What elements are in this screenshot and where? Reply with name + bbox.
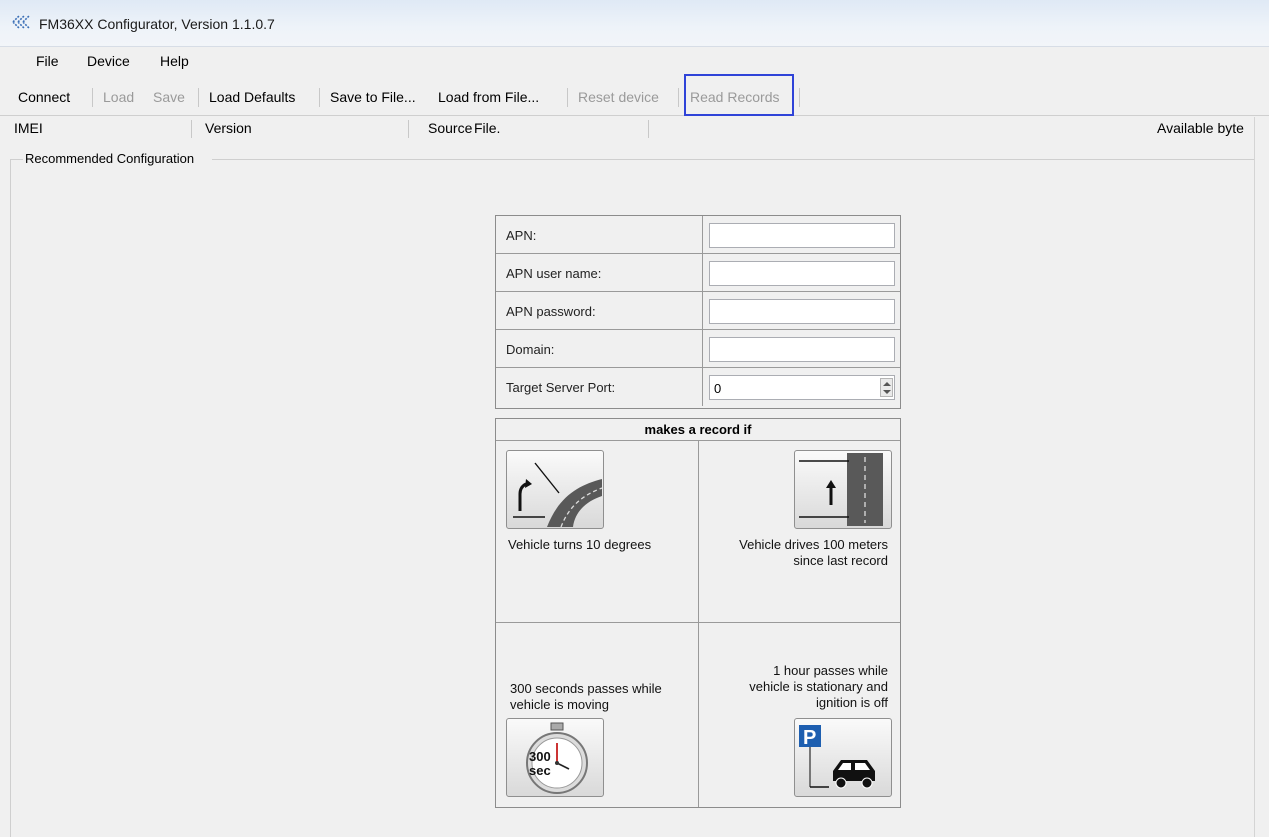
load-defaults-button[interactable]: Load Defaults: [209, 89, 295, 105]
apn-user-label: APN user name:: [506, 266, 602, 281]
stopwatch-icon: 300 sec: [526, 722, 588, 794]
reset-device-button[interactable]: Reset device: [578, 89, 659, 105]
highlight-box: [684, 74, 794, 116]
spin-down-icon[interactable]: [883, 390, 891, 394]
toolbar-separator: [678, 88, 679, 107]
apn-row: APN:: [496, 216, 900, 254]
app-window: FM36XX Configurator, Version 1.1.0.7 Fil…: [0, 0, 1269, 837]
record-panel-title: makes a record if: [496, 419, 900, 441]
panel-divider: [698, 441, 699, 807]
toolbar-separator: [319, 88, 320, 107]
group-title: Recommended Configuration: [23, 151, 197, 166]
curved-road-icon: [513, 462, 603, 528]
time-condition-text-line1: 300 seconds passes while: [510, 681, 662, 696]
stationary-setting-button[interactable]: P: [794, 718, 892, 797]
info-separator: [648, 120, 649, 138]
record-conditions-panel: makes a record if Vehicle turns 10 degre…: [495, 418, 901, 808]
window-right-edge: [1254, 117, 1269, 837]
straight-road-icon: [799, 453, 883, 526]
save-button[interactable]: Save: [153, 89, 185, 105]
window-title: FM36XX Configurator, Version 1.1.0.7: [39, 16, 275, 32]
toolbar-separator: [92, 88, 93, 107]
group-border: [212, 159, 1256, 160]
apn-password-input[interactable]: [709, 299, 895, 324]
menu-help[interactable]: Help: [160, 53, 189, 69]
target-port-label: Target Server Port:: [506, 380, 616, 395]
cell-divider: [702, 292, 703, 329]
target-port-row: Target Server Port:: [496, 368, 900, 406]
app-logo-icon: [12, 15, 30, 29]
parking-letter: P: [803, 727, 816, 749]
spin-buttons[interactable]: [880, 378, 893, 397]
target-port-stepper: [709, 375, 895, 401]
status-info-bar: IMEI Version Source File. Available byte: [0, 117, 1269, 141]
apn-password-label: APN password:: [506, 304, 596, 319]
info-separator: [191, 120, 192, 138]
time-condition-text-line2: vehicle is moving: [510, 697, 609, 712]
spin-up-icon[interactable]: [883, 382, 891, 386]
apn-input[interactable]: [709, 223, 895, 248]
distance-condition-text-line2: since last record: [793, 553, 888, 568]
apn-password-row: APN password:: [496, 292, 900, 330]
stationary-condition-text-line2: vehicle is stationary and: [749, 679, 888, 694]
apn-user-row: APN user name:: [496, 254, 900, 292]
target-port-input[interactable]: [710, 376, 878, 401]
angle-setting-button[interactable]: [506, 450, 604, 529]
toolbar: Connect Load Save Load Defaults Save to …: [0, 79, 1269, 116]
cell-divider: [702, 368, 703, 406]
group-border: [10, 159, 11, 837]
load-from-file-button[interactable]: Load from File...: [438, 89, 539, 105]
version-label: Version: [205, 120, 252, 136]
toolbar-separator: [198, 88, 199, 107]
domain-row: Domain:: [496, 330, 900, 368]
distance-setting-button[interactable]: [794, 450, 892, 529]
available-bytes-label: Available byte: [1157, 120, 1244, 136]
turn-condition-text: Vehicle turns 10 degrees: [508, 537, 652, 552]
source-label: Source: [428, 120, 473, 136]
menu-device[interactable]: Device: [87, 53, 130, 69]
timer-label-sec: sec: [529, 763, 551, 778]
toolbar-separator: [567, 88, 568, 107]
stationary-condition-text-line1: 1 hour passes while: [773, 663, 888, 678]
source-value: File.: [474, 120, 501, 136]
timer-label-300: 300: [529, 749, 551, 764]
load-button[interactable]: Load: [103, 89, 134, 105]
menu-file[interactable]: File: [36, 53, 59, 69]
menu-bar: File Device Help: [0, 47, 1269, 77]
apn-user-input[interactable]: [709, 261, 895, 286]
toolbar-separator: [799, 88, 800, 107]
connection-settings-table: APN: APN user name: APN password: Domain…: [495, 215, 901, 409]
imei-label: IMEI: [14, 120, 43, 136]
parking-car-icon: P: [799, 725, 875, 789]
cell-divider: [702, 254, 703, 291]
distance-condition-text-line1: Vehicle drives 100 meters: [739, 537, 888, 552]
connect-button[interactable]: Connect: [18, 89, 70, 105]
domain-label: Domain:: [506, 342, 555, 357]
cell-divider: [702, 330, 703, 367]
title-bar: FM36XX Configurator, Version 1.1.0.7: [0, 0, 1269, 47]
panel-divider: [496, 622, 900, 623]
group-border: [10, 159, 23, 160]
time-setting-button[interactable]: 300 sec: [506, 718, 604, 797]
save-to-file-button[interactable]: Save to File...: [330, 89, 416, 105]
info-separator: [408, 120, 409, 138]
stationary-condition-text-line3: ignition is off: [815, 695, 888, 710]
cell-divider: [702, 216, 703, 253]
apn-label: APN:: [506, 228, 537, 243]
domain-input[interactable]: [709, 337, 895, 362]
